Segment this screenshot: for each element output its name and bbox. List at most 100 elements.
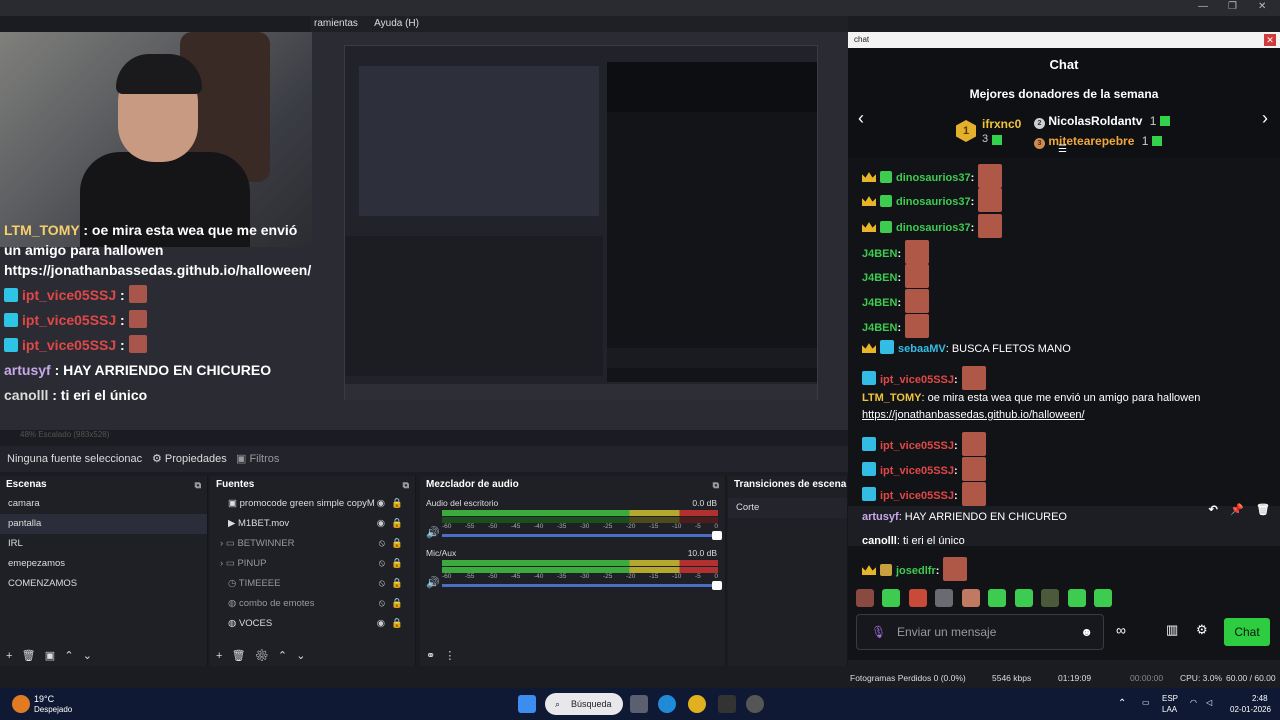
chevron-up-icon[interactable]: ⌃ — [1118, 698, 1126, 709]
store-icon[interactable]: ▥ — [1166, 622, 1178, 638]
streamer-hair — [116, 54, 202, 94]
close-icon[interactable]: ✕ — [1258, 1, 1266, 12]
minimize-icon[interactable]: — — [1198, 1, 1208, 12]
volume-slider[interactable] — [442, 581, 722, 590]
trash-icon[interactable]: 🗑 — [1256, 504, 1270, 516]
epic-games-icon[interactable] — [718, 695, 736, 713]
preview-canvas[interactable]: LTM_TOMY : oe mira esta wea que me envió… — [0, 32, 848, 430]
infinity-icon[interactable]: ∞ — [1116, 622, 1126, 638]
source-item[interactable]: ▶ M1BET.mov ◉ 🔒 — [210, 514, 415, 534]
scene-item[interactable]: IRL — [0, 534, 207, 554]
volume-icon[interactable]: 🔊 — [426, 526, 440, 539]
lock-icon[interactable]: 🔒 — [391, 614, 403, 634]
add-icon[interactable]: + — [216, 650, 222, 662]
scene-item[interactable]: pantalla — [0, 514, 207, 534]
down-icon[interactable]: ⌄ — [83, 650, 92, 662]
task-view-icon[interactable] — [630, 695, 648, 713]
chevron-right-icon[interactable]: › — [1262, 108, 1268, 129]
emote-icon[interactable] — [988, 589, 1007, 607]
volume-slider[interactable] — [442, 531, 722, 540]
add-icon[interactable]: + — [6, 650, 12, 662]
filter-icon[interactable]: ▣ — [45, 650, 55, 662]
emote-icon[interactable] — [935, 589, 954, 607]
obs-icon[interactable] — [746, 695, 764, 713]
scene-item[interactable]: emepezamos — [0, 554, 207, 574]
gear-icon[interactable]: ⚙ — [255, 650, 269, 662]
slider-knob[interactable] — [712, 531, 722, 540]
source-item[interactable]: › ▭ BETWINNER ⦸ 🔒 — [210, 534, 415, 554]
lang-layout[interactable]: LAA — [1162, 705, 1177, 714]
dock-undock-icon[interactable]: ⧉ — [713, 476, 719, 494]
lock-icon[interactable]: 🔒 — [391, 594, 403, 614]
properties-button[interactable]: ⚙ Propiedades — [152, 446, 227, 472]
emoji-icon[interactable]: ☻ — [1080, 615, 1093, 649]
chat-input[interactable]: 🎙 Enviar un mensaje ☻ — [856, 614, 1104, 650]
emote-icon[interactable] — [961, 589, 980, 607]
pin-icon[interactable]: 📌 — [1230, 504, 1244, 516]
menu-help[interactable]: Ayuda (H) — [374, 18, 419, 29]
dock-undock-icon[interactable]: ⧉ — [403, 476, 409, 494]
chat-link[interactable]: https://jonathanbassedas.github.io/hallo… — [862, 407, 1085, 423]
lock-icon[interactable]: 🔒 — [391, 554, 403, 574]
chat-send-button[interactable]: Chat — [1224, 618, 1270, 646]
emote-icon[interactable] — [1014, 589, 1033, 607]
overlay-chat-line: canolll : ti eri el único — [4, 387, 148, 403]
visibility-icon[interactable]: ◉ — [377, 514, 385, 534]
dock-undock-icon[interactable]: ⧉ — [195, 476, 201, 494]
menu-tools[interactable]: ramientas — [314, 18, 358, 29]
close-icon[interactable]: ✕ — [1264, 34, 1276, 46]
maximize-icon[interactable]: ❐ — [1228, 1, 1237, 12]
down-icon[interactable]: ⌄ — [296, 650, 305, 662]
volume-icon[interactable]: 🔊 — [426, 576, 440, 589]
lock-icon[interactable]: 🔒 — [391, 494, 403, 514]
filters-button[interactable]: ▣ Filtros — [236, 446, 279, 472]
source-item[interactable]: ◷ TIMEEEE ⦸ 🔒 — [210, 574, 415, 594]
emote-icon[interactable] — [882, 589, 901, 607]
visibility-off-icon[interactable]: ⦸ — [379, 574, 385, 594]
chrome-icon[interactable] — [688, 695, 706, 713]
visibility-icon[interactable]: ◉ — [377, 494, 385, 514]
source-item[interactable]: ◍ VOCES ◉ 🔒 — [210, 614, 415, 634]
microphone-icon[interactable]: 🎙 — [871, 615, 886, 649]
emote-icon[interactable] — [856, 589, 874, 607]
taskbar-search[interactable]: ⌕ Búsqueda — [545, 693, 623, 715]
lock-icon[interactable]: 🔒 — [391, 534, 403, 554]
chevron-left-icon[interactable]: ‹ — [858, 108, 864, 129]
trash-icon[interactable]: 🗑 — [232, 650, 246, 662]
gear-icon[interactable]: ⚙ — [1196, 622, 1208, 638]
emote-icon[interactable] — [1041, 589, 1060, 607]
lang-code[interactable]: ESP — [1162, 694, 1178, 703]
visibility-icon[interactable]: ◉ — [377, 614, 385, 634]
reply-icon[interactable]: ↶ — [1209, 504, 1218, 516]
emote-icon[interactable] — [908, 589, 927, 607]
transition-select[interactable]: Corte — [728, 498, 847, 518]
lock-icon[interactable]: 🔒 — [391, 574, 403, 594]
menu-dots-icon[interactable]: ⋮ — [444, 650, 455, 662]
emote-icon[interactable] — [1067, 589, 1086, 607]
source-item[interactable]: ▣ promocode green simple copyM ◉ 🔒 — [210, 494, 415, 514]
start-icon[interactable] — [518, 695, 536, 713]
network-icon[interactable]: ▭ — [1142, 698, 1150, 707]
lock-icon[interactable]: 🔒 — [391, 514, 403, 534]
visibility-off-icon[interactable]: ⦸ — [379, 594, 385, 614]
clock-time[interactable]: 2:48 — [1252, 694, 1268, 703]
clock-date[interactable]: 02-01-2026 — [1230, 705, 1271, 714]
wifi-icon[interactable]: ◠ — [1190, 698, 1197, 707]
link-icon[interactable]: ⚭ — [426, 650, 435, 662]
trash-icon[interactable]: 🗑 — [22, 650, 36, 662]
collapse-icon[interactable]: ☰ — [1058, 144, 1067, 155]
source-item[interactable]: › ▭ PINUP ⦸ 🔒 — [210, 554, 415, 574]
slider-knob[interactable] — [712, 581, 722, 590]
volume-icon[interactable]: ◁ — [1206, 698, 1212, 707]
up-icon[interactable]: ⌃ — [278, 650, 287, 662]
weather-icon[interactable] — [12, 695, 30, 713]
source-item[interactable]: ◍ combo de emotes ⦸ 🔒 — [210, 594, 415, 614]
scene-item[interactable]: camara — [0, 494, 207, 514]
emote-icon[interactable] — [1094, 589, 1113, 607]
visibility-off-icon[interactable]: ⦸ — [379, 534, 385, 554]
up-icon[interactable]: ⌃ — [64, 650, 73, 662]
scene-item[interactable]: COMENZAMOS — [0, 574, 207, 594]
edge-icon[interactable] — [658, 695, 676, 713]
overlay-chat-line: ipt_vice05SSJ : — [4, 285, 312, 305]
visibility-off-icon[interactable]: ⦸ — [379, 554, 385, 574]
